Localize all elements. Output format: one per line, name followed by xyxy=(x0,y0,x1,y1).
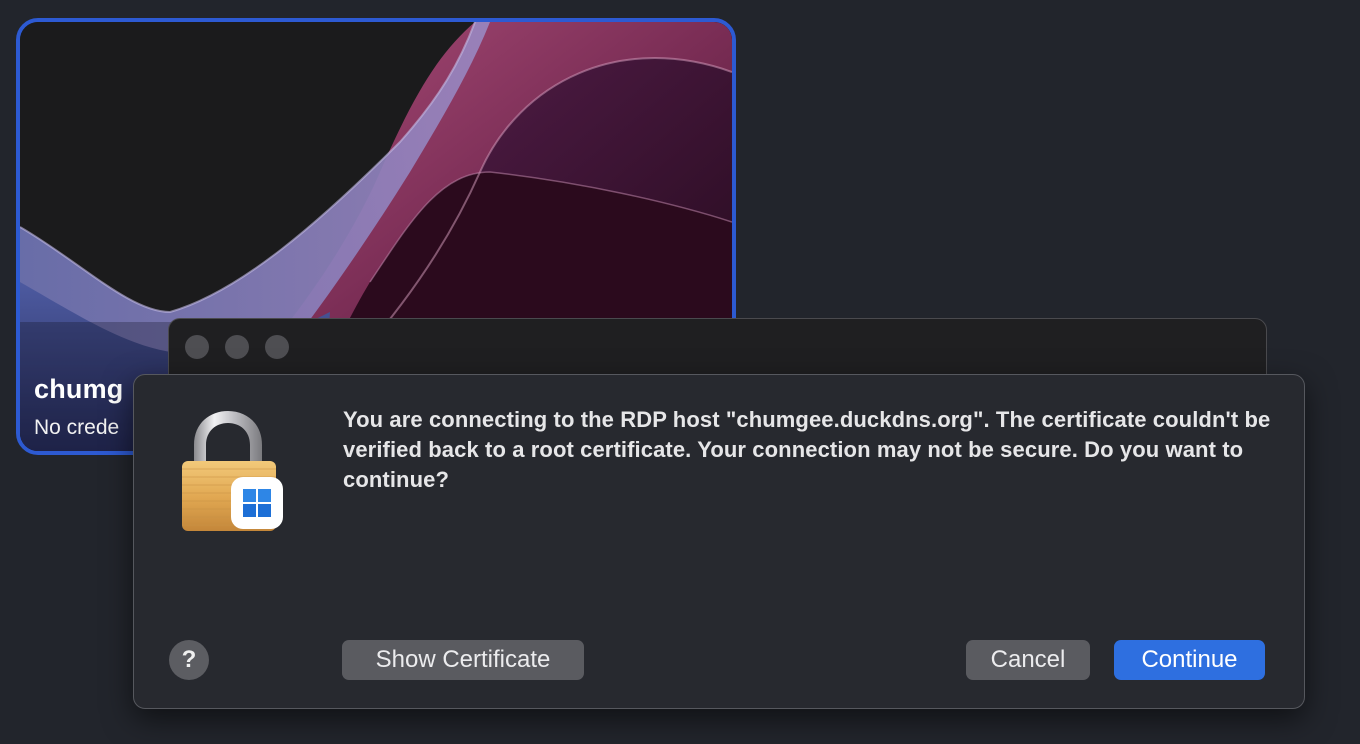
certificate-warning-dialog: You are connecting to the RDP host "chum… xyxy=(133,374,1305,709)
continue-button[interactable]: Continue xyxy=(1114,640,1265,680)
cancel-button[interactable]: Cancel xyxy=(966,640,1090,680)
pc-credentials-status: No crede xyxy=(34,416,120,439)
show-certificate-button[interactable]: Show Certificate xyxy=(342,640,584,680)
pc-name: chumg xyxy=(34,374,124,404)
desktop-stage: chumg No crede You are connecting to the… xyxy=(0,0,1360,744)
lock-icon xyxy=(178,407,288,537)
close-window-button[interactable] xyxy=(185,335,209,359)
zoom-window-button[interactable] xyxy=(265,335,289,359)
help-button[interactable]: ? xyxy=(169,640,209,680)
minimize-window-button[interactable] xyxy=(225,335,249,359)
windows-logo-icon xyxy=(231,477,283,529)
certificate-warning-message: You are connecting to the RDP host "chum… xyxy=(343,407,1271,492)
